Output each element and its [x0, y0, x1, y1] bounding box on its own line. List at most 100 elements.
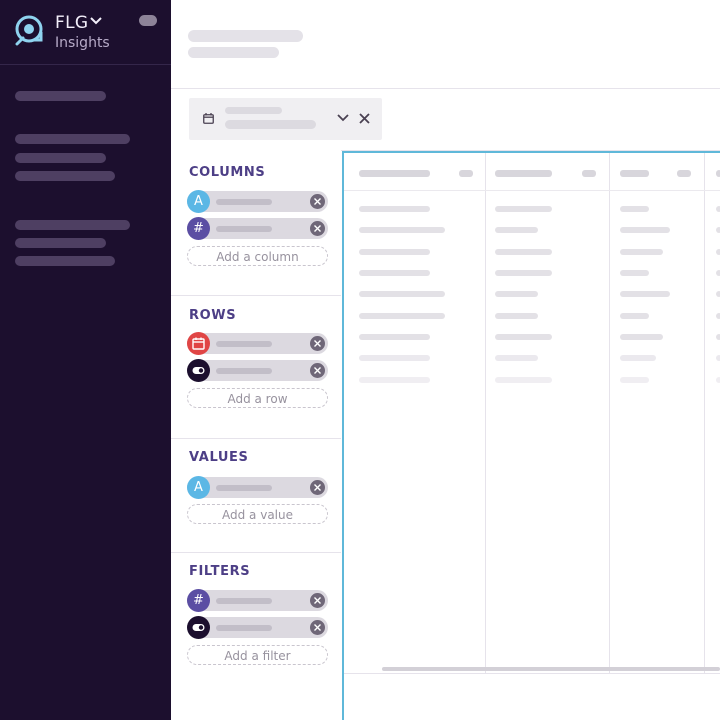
sidebar-item[interactable]	[15, 153, 106, 163]
brand-name: FLG	[55, 13, 89, 33]
row-field-chip[interactable]	[187, 359, 328, 382]
text-type-icon: A	[187, 190, 210, 213]
table-cell	[716, 313, 720, 319]
remove-field-icon[interactable]	[310, 194, 325, 209]
add-value-button[interactable]: Add a value	[187, 504, 328, 524]
column-field-chip[interactable]: A	[187, 190, 328, 213]
row-field-chip[interactable]	[187, 332, 328, 355]
number-type-icon: #	[187, 589, 210, 612]
table-cell	[495, 206, 552, 212]
date-value-placeholder	[225, 120, 316, 129]
table-cell	[495, 227, 538, 233]
divider	[171, 552, 341, 553]
value-field-chip[interactable]: A	[187, 476, 328, 499]
add-filter-button[interactable]: Add a filter	[187, 645, 328, 665]
brand-subtitle: Insights	[55, 35, 110, 51]
column-divider	[704, 153, 705, 673]
chevron-down-icon[interactable]	[337, 113, 349, 123]
table-cell	[359, 377, 430, 383]
field-name-placeholder	[216, 368, 272, 374]
section-title-rows: ROWS	[189, 308, 237, 323]
remove-field-icon[interactable]	[310, 593, 325, 608]
remove-field-icon[interactable]	[310, 336, 325, 351]
filter-field-chip[interactable]: #	[187, 589, 328, 612]
pivot-config-panel: COLUMNS A # Add a column ROWS Add a row …	[171, 150, 341, 720]
pivot-table	[342, 151, 720, 720]
table-cell	[716, 334, 720, 340]
add-row-button[interactable]: Add a row	[187, 388, 328, 408]
remove-field-icon[interactable]	[310, 363, 325, 378]
section-title-columns: COLUMNS	[189, 165, 266, 180]
divider	[171, 438, 341, 439]
field-name-placeholder	[216, 199, 272, 205]
table-cell	[495, 313, 538, 319]
table-cell	[620, 206, 649, 212]
table-cell	[716, 377, 720, 383]
flg-logo-icon	[15, 15, 43, 46]
column-header[interactable]	[359, 170, 430, 177]
column-header[interactable]	[620, 170, 649, 177]
column-header-sort[interactable]	[677, 170, 691, 177]
table-cell	[716, 206, 720, 212]
table-cell	[359, 227, 445, 233]
add-column-button[interactable]: Add a column	[187, 246, 328, 266]
sidebar-item[interactable]	[15, 171, 115, 181]
table-cell	[716, 355, 720, 361]
page-title-placeholder	[188, 30, 303, 42]
table-cell	[620, 377, 649, 383]
remove-field-icon[interactable]	[310, 221, 325, 236]
field-name-placeholder	[216, 341, 272, 347]
toggle-type-icon	[187, 359, 210, 382]
table-cell	[620, 249, 663, 255]
table-cell	[495, 334, 552, 340]
table-cell	[620, 227, 670, 233]
close-icon[interactable]	[359, 113, 370, 124]
column-header-sort[interactable]	[716, 170, 720, 177]
header-divider	[344, 190, 720, 191]
divider	[344, 673, 720, 674]
column-header[interactable]	[495, 170, 552, 177]
column-divider	[485, 153, 486, 673]
section-title-values: VALUES	[189, 450, 249, 465]
table-cell	[620, 355, 656, 361]
table-cell	[716, 270, 720, 276]
table-cell	[495, 270, 552, 276]
brand-switcher[interactable]: FLG Insights	[0, 0, 171, 65]
page-header	[171, 0, 720, 89]
table-cell	[359, 291, 445, 297]
sidebar: FLG Insights	[0, 0, 171, 720]
column-header-sort[interactable]	[582, 170, 596, 177]
calendar-icon	[203, 113, 214, 124]
field-name-placeholder	[216, 598, 272, 604]
remove-field-icon[interactable]	[310, 480, 325, 495]
sidebar-toggle[interactable]	[139, 15, 157, 26]
table-cell	[620, 334, 663, 340]
column-divider	[609, 153, 610, 673]
sidebar-item[interactable]	[15, 220, 130, 230]
calendar-type-icon	[187, 332, 210, 355]
date-range-filter[interactable]	[189, 98, 382, 140]
table-cell	[359, 355, 430, 361]
table-cell	[716, 227, 720, 233]
table-cell	[359, 313, 445, 319]
section-title-filters: FILTERS	[189, 564, 251, 579]
column-field-chip[interactable]: #	[187, 217, 328, 240]
column-header-sort[interactable]	[459, 170, 473, 177]
toggle-type-icon	[187, 616, 210, 639]
table-cell	[359, 334, 430, 340]
table-cell	[359, 270, 430, 276]
field-name-placeholder	[216, 485, 272, 491]
table-cell	[495, 377, 552, 383]
table-cell	[620, 291, 670, 297]
filter-field-chip[interactable]	[187, 616, 328, 639]
table-cell	[495, 355, 538, 361]
divider	[171, 295, 341, 296]
sidebar-item[interactable]	[15, 256, 115, 266]
sidebar-item[interactable]	[15, 91, 106, 101]
field-name-placeholder	[216, 625, 272, 631]
sidebar-item[interactable]	[15, 134, 130, 144]
table-cell	[620, 313, 649, 319]
sidebar-item[interactable]	[15, 238, 106, 248]
horizontal-scrollbar[interactable]	[382, 667, 720, 671]
remove-field-icon[interactable]	[310, 620, 325, 635]
